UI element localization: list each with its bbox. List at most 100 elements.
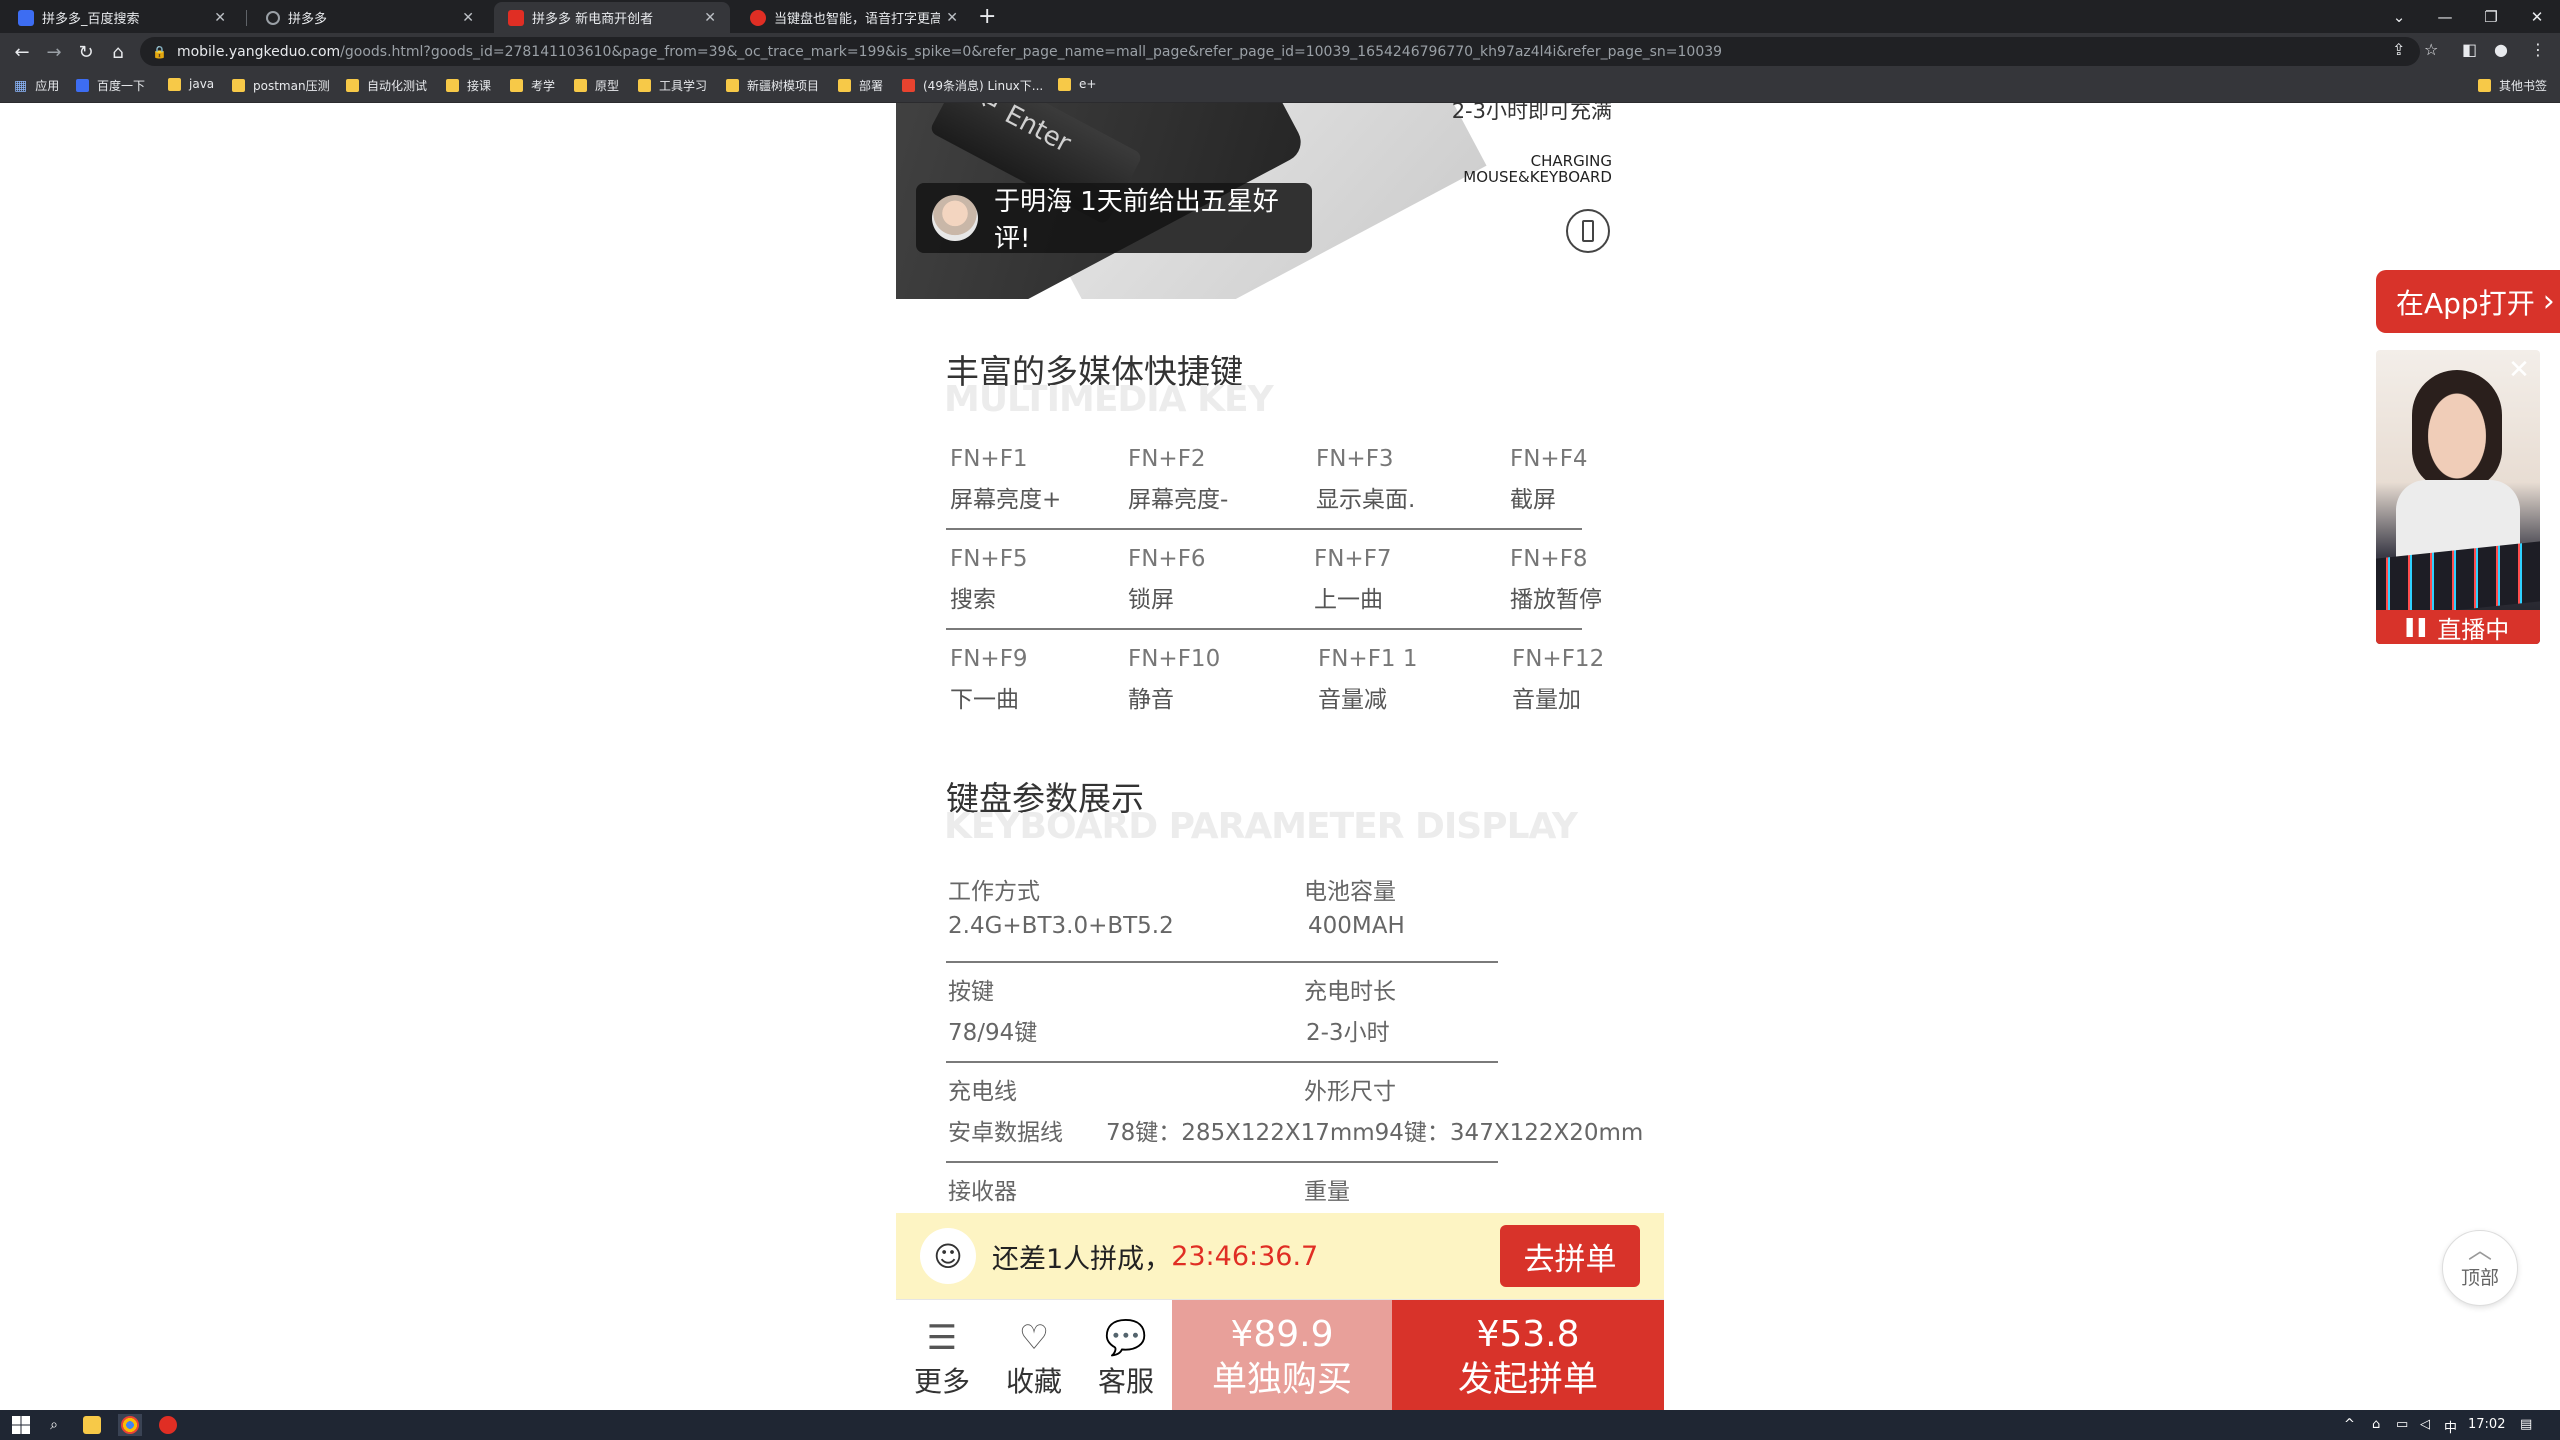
- minimize-button[interactable]: —: [2422, 0, 2468, 33]
- back-arrow-icon[interactable]: ←: [8, 38, 36, 66]
- tab-pdd[interactable]: 拼多多 ✕: [252, 2, 488, 33]
- folder-icon: [168, 77, 181, 91]
- tray-overflow-icon[interactable]: ^: [2344, 1417, 2355, 1432]
- live-stream-window[interactable]: ✕ ▌▌ 直播中: [2376, 350, 2540, 644]
- new-tab-button[interactable]: +: [978, 4, 996, 29]
- tab-search-icon[interactable]: ⌄: [2376, 0, 2422, 33]
- lock-icon: 🔒: [152, 44, 167, 59]
- bookmarks-bar: ▦ 应用 百度一下 java postman压测 自动化测试 接课 考学 原型 工…: [0, 70, 2560, 103]
- url-path: /goods.html?goods_id=278141103610&page_f…: [340, 43, 1723, 60]
- customer-service-button[interactable]: 💬 客服: [1086, 1316, 1166, 1400]
- join-group-button[interactable]: 去拼单: [1500, 1225, 1640, 1287]
- bookmark-label: 考学: [531, 79, 556, 93]
- ime-indicator[interactable]: 中: [2444, 1417, 2457, 1436]
- fn-function: 上一曲: [1314, 587, 1383, 613]
- bookmark-apps[interactable]: ▦ 应用: [14, 77, 59, 94]
- solo-label: 单独购买: [1211, 1360, 1352, 1400]
- restore-button[interactable]: ❐: [2468, 0, 2514, 33]
- tab-close-icon[interactable]: ✕: [946, 10, 958, 26]
- fn-key-cell: FN+F8 播放暂停: [1510, 538, 1602, 614]
- tab-keyboard-article[interactable]: 当键盘也智能，语音打字更高效... ✕: [736, 2, 972, 33]
- battery-tray-icon[interactable]: ▭: [2396, 1417, 2408, 1432]
- chevron-right-icon: ›: [2542, 284, 2555, 319]
- share-icon[interactable]: ⇪: [2392, 40, 2405, 59]
- fn-function: 显示桌面.: [1316, 487, 1416, 513]
- home-icon[interactable]: ⌂: [104, 38, 132, 66]
- browser-tab-bar: 拼多多_百度搜索 ✕ 拼多多 ✕ 拼多多 新电商开创者 ✕ 当键盘也智能，语音打…: [0, 0, 2560, 33]
- fn-function: 音量加: [1512, 687, 1581, 713]
- file-explorer-icon[interactable]: [80, 1414, 104, 1436]
- param-cell: 充电时长 2-3小时: [1304, 971, 1396, 1047]
- fn-key: FN+F1: [950, 446, 1028, 472]
- tab-title: 拼多多_百度搜索: [42, 12, 140, 27]
- fn-key-cell: FN+F9 下一曲: [950, 638, 1028, 714]
- multimedia-title-en: MULTIMEDIA KEY: [944, 379, 1274, 420]
- bookmark-eplus[interactable]: e+: [1058, 77, 1096, 91]
- forward-arrow-icon[interactable]: →: [40, 38, 68, 66]
- fn-function: 下一曲: [950, 687, 1019, 713]
- back-to-top-button[interactable]: ︿ 顶部: [2442, 1230, 2518, 1306]
- open-in-app-button[interactable]: 在App打开 ›: [2376, 270, 2560, 333]
- network-icon[interactable]: ⌂: [2372, 1417, 2380, 1432]
- bookmark-baidu[interactable]: 百度一下: [76, 77, 145, 94]
- sidepanel-icon[interactable]: ◧: [2462, 40, 2477, 59]
- bookmark-xinjiang[interactable]: 新疆树模项目: [726, 77, 819, 94]
- close-window-button[interactable]: ✕: [2514, 0, 2560, 33]
- bookmark-jieke[interactable]: 接课: [446, 77, 491, 94]
- param-name: 外形尺寸: [1304, 1079, 1396, 1105]
- tab-pdd-baidu-search[interactable]: 拼多多_百度搜索 ✕: [4, 2, 240, 33]
- more-button[interactable]: ☰ 更多: [902, 1316, 982, 1400]
- start-group-buy-button[interactable]: ¥53.8 发起拼单: [1392, 1300, 1664, 1410]
- bookmark-label: java: [189, 77, 215, 91]
- bookmark-prototype[interactable]: 原型: [574, 77, 619, 94]
- profile-icon[interactable]: ●: [2494, 40, 2508, 59]
- bookmark-csdn[interactable]: (49条消息) Linux下...: [902, 77, 1043, 94]
- table-row: 按键 78/94键 充电时长 2-3小时: [946, 971, 1646, 1071]
- notification-icon[interactable]: ▤: [2520, 1417, 2532, 1432]
- fn-key-cell: FN+F6 锁屏: [1128, 538, 1206, 614]
- bookmark-autotest[interactable]: 自动化测试: [346, 77, 427, 94]
- tab-pdd-active[interactable]: 拼多多 新电商开创者 ✕: [494, 2, 730, 33]
- bookmark-other[interactable]: 其他书签: [2478, 77, 2547, 94]
- page-viewport: ↵ Enter 2-3小时即可充满 CHARGING MOUSE&KEYBOAR…: [0, 103, 2560, 1410]
- tab-close-icon[interactable]: ✕: [462, 10, 474, 26]
- reload-icon[interactable]: ↻: [72, 38, 100, 66]
- bookmark-kaoxue[interactable]: 考学: [510, 77, 555, 94]
- browser-menu-icon[interactable]: ⋮: [2530, 40, 2546, 59]
- fn-function: 截屏: [1510, 487, 1556, 513]
- tab-close-icon[interactable]: ✕: [214, 10, 226, 26]
- address-bar[interactable]: 🔒 mobile.yangkeduo.com/goods.html?goods_…: [140, 37, 2420, 66]
- favorite-button[interactable]: ♡ 收藏: [994, 1316, 1074, 1400]
- favorite-label: 收藏: [1005, 1365, 1062, 1398]
- bookmark-star-icon[interactable]: ☆: [2424, 40, 2438, 59]
- close-icon[interactable]: ✕: [2504, 356, 2534, 386]
- review-toast-text: 于明海 1天前给出五星好评!: [994, 187, 1279, 254]
- search-icon[interactable]: ⌕: [42, 1414, 66, 1436]
- bookmark-postman[interactable]: postman压测: [232, 77, 330, 94]
- back-to-top-label: 顶部: [2460, 1267, 2499, 1289]
- tab-close-icon[interactable]: ✕: [704, 10, 716, 26]
- param-name: 接收器: [948, 1179, 1017, 1205]
- chrome-icon[interactable]: [118, 1414, 142, 1436]
- clock[interactable]: 17:02: [2468, 1417, 2505, 1432]
- bookmark-deploy[interactable]: 部署: [838, 77, 883, 94]
- windows-taskbar: ⌕ ^ ⌂ ▭ ◁ 中 17:02 ▤: [0, 1410, 2560, 1440]
- windows-start-icon[interactable]: [10, 1414, 32, 1436]
- fn-function: 音量减: [1318, 687, 1387, 713]
- app-icon[interactable]: [156, 1414, 180, 1436]
- fn-key-cell: FN+F2 屏幕亮度-: [1128, 438, 1228, 514]
- bookmark-java[interactable]: java: [168, 77, 214, 91]
- bookmark-label: 新疆树模项目: [747, 79, 820, 93]
- bookmark-tools[interactable]: 工具学习: [638, 77, 707, 94]
- bookmark-label: 百度一下: [97, 79, 146, 93]
- bookmark-label: e+: [1079, 77, 1097, 91]
- url-host: mobile.yangkeduo.com: [176, 43, 341, 60]
- folder-icon: [726, 79, 739, 92]
- volume-icon[interactable]: ◁: [2420, 1417, 2430, 1432]
- multimedia-key-table: FN+F1 屏幕亮度+ FN+F2 屏幕亮度- FN+F3 显示桌面. FN+F4 截屏…: [946, 438, 1618, 738]
- bookmark-label: 其他书签: [2499, 79, 2548, 93]
- folder-icon: [574, 79, 587, 92]
- folder-icon: [446, 79, 459, 92]
- buy-alone-button[interactable]: ¥89.9 单独购买: [1172, 1300, 1392, 1410]
- folder-icon: [638, 79, 651, 92]
